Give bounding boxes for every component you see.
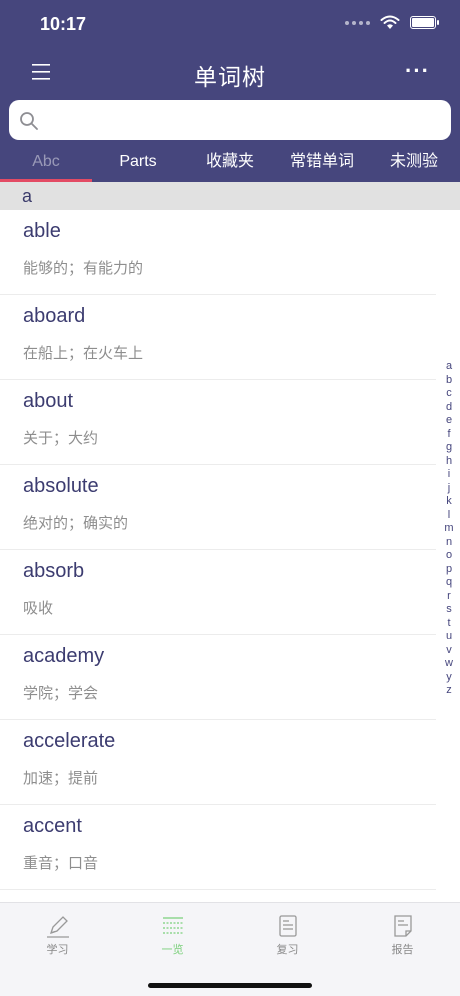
- index-letter-s[interactable]: s: [446, 603, 452, 617]
- index-letter-t[interactable]: t: [447, 617, 450, 631]
- word-meaning: 重音；口音: [23, 855, 99, 872]
- word-row[interactable]: absorb 吸收: [0, 550, 436, 635]
- bottom-tab-label: 一览: [161, 944, 184, 956]
- index-letter-k[interactable]: k: [446, 495, 452, 509]
- page-title: 单词树: [194, 64, 266, 90]
- index-letter-c[interactable]: c: [446, 387, 452, 401]
- report-icon: [393, 915, 412, 937]
- index-letter-w[interactable]: w: [445, 657, 453, 671]
- alphabet-index[interactable]: a b c d e f g h i j k l m n o p q r s t …: [442, 360, 456, 698]
- bottom-tab-label: 复习: [276, 944, 299, 956]
- bottom-tab-report[interactable]: 报告: [345, 903, 460, 996]
- word-meaning: 吸收: [23, 600, 54, 617]
- bottom-tab-label: 报告: [391, 944, 414, 956]
- word-row[interactable]: able 能够的；有能力的: [0, 210, 436, 295]
- index-letter-n[interactable]: n: [446, 536, 452, 550]
- index-letter-v[interactable]: v: [446, 644, 452, 658]
- pen-icon: [46, 916, 69, 938]
- index-letter-q[interactable]: q: [446, 576, 452, 590]
- index-letter-i[interactable]: i: [448, 468, 450, 482]
- word-row[interactable]: acceptable: [0, 890, 436, 902]
- word-text: able: [23, 220, 61, 242]
- list-icon: [162, 917, 183, 934]
- word-text: accent: [23, 815, 82, 837]
- word-row[interactable]: academy 学院；学会: [0, 635, 436, 720]
- word-text: absorb: [23, 560, 85, 582]
- word-list[interactable]: able 能够的；有能力的 aboard 在船上；在火车上 about 关于；大…: [0, 210, 436, 902]
- index-letter-d[interactable]: d: [446, 401, 452, 415]
- word-row[interactable]: absolute 绝对的；确实的: [0, 465, 436, 550]
- status-time: 10:17: [40, 14, 87, 34]
- battery-icon: [410, 16, 439, 29]
- index-letter-b[interactable]: b: [446, 374, 452, 388]
- word-meaning: 加速；提前: [23, 770, 99, 787]
- more-icon[interactable]: ···: [405, 60, 430, 82]
- status-icons: [345, 15, 439, 30]
- word-text: aboard: [23, 305, 86, 327]
- word-text: accelerate: [23, 730, 116, 752]
- tab-untested[interactable]: 未测验: [368, 142, 460, 182]
- index-letter-e[interactable]: e: [446, 414, 452, 428]
- signal-icon: [345, 20, 370, 25]
- search-bar[interactable]: [9, 100, 451, 140]
- word-text: academy: [23, 645, 105, 667]
- word-meaning: 能够的；有能力的: [23, 260, 144, 277]
- index-letter-o[interactable]: o: [446, 549, 452, 563]
- index-letter-r[interactable]: r: [447, 590, 451, 604]
- index-letter-z[interactable]: z: [446, 684, 452, 698]
- home-indicator: [148, 983, 312, 988]
- search-icon: [20, 112, 38, 130]
- word-meaning: 绝对的；确实的: [23, 515, 129, 532]
- bottom-tab-study[interactable]: 学习: [0, 903, 115, 996]
- word-row[interactable]: accelerate 加速；提前: [0, 720, 436, 805]
- word-text: absolute: [23, 475, 99, 497]
- header-bar: 10:17 单词树 ··· Abc Parts 收藏夹 常错单词 未测验: [0, 0, 460, 182]
- index-letter-m[interactable]: m: [444, 522, 453, 536]
- index-letter-u[interactable]: u: [446, 630, 452, 644]
- document-icon: [278, 915, 297, 937]
- tab-parts[interactable]: Parts: [92, 142, 184, 182]
- word-meaning: 学院；学会: [23, 685, 99, 702]
- section-header: a: [0, 182, 460, 210]
- tab-bar: Abc Parts 收藏夹 常错单词 未测验: [0, 142, 460, 182]
- tab-abc[interactable]: Abc: [0, 142, 92, 182]
- bottom-tab-bar: 学习 一览 复习 报告: [0, 902, 460, 996]
- word-row[interactable]: about 关于；大约: [0, 380, 436, 465]
- word-row[interactable]: accent 重音；口音: [0, 805, 436, 890]
- index-letter-h[interactable]: h: [446, 455, 452, 469]
- index-letter-y[interactable]: y: [446, 671, 452, 685]
- index-letter-f[interactable]: f: [447, 428, 450, 442]
- index-letter-g[interactable]: g: [446, 441, 452, 455]
- index-letter-l[interactable]: l: [448, 509, 450, 523]
- word-meaning: 在船上；在火车上: [23, 345, 144, 362]
- tab-frequent-mistakes[interactable]: 常错单词: [276, 142, 368, 182]
- tab-favorites[interactable]: 收藏夹: [184, 142, 276, 182]
- word-text: about: [23, 390, 74, 412]
- word-meaning: 关于；大约: [23, 430, 99, 447]
- index-letter-p[interactable]: p: [446, 563, 452, 577]
- word-row[interactable]: aboard 在船上；在火车上: [0, 295, 436, 380]
- search-input[interactable]: [45, 100, 441, 140]
- index-letter-a[interactable]: a: [446, 360, 452, 374]
- bottom-tab-label: 学习: [46, 944, 69, 956]
- wifi-icon: [380, 15, 400, 29]
- word-text: acceptable: [23, 890, 436, 902]
- index-letter-j[interactable]: j: [448, 482, 450, 496]
